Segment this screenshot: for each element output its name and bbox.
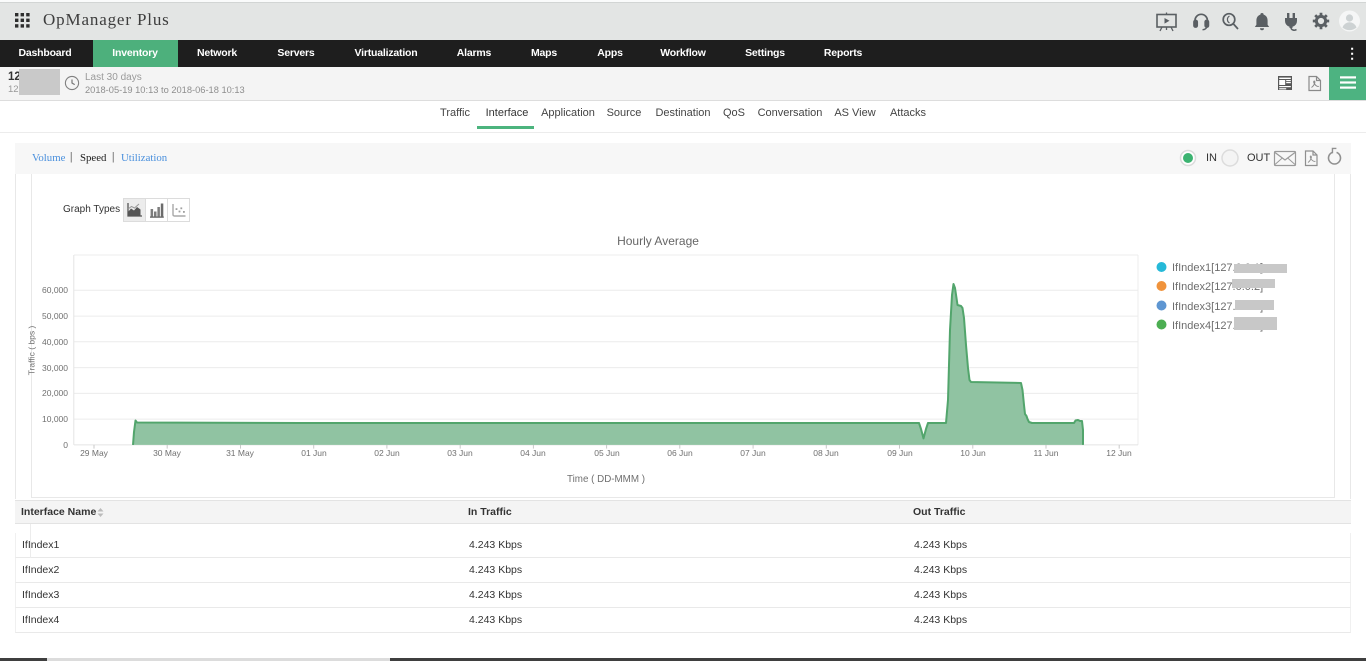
svg-text:Traffic ( bps ): Traffic ( bps )	[27, 326, 37, 376]
